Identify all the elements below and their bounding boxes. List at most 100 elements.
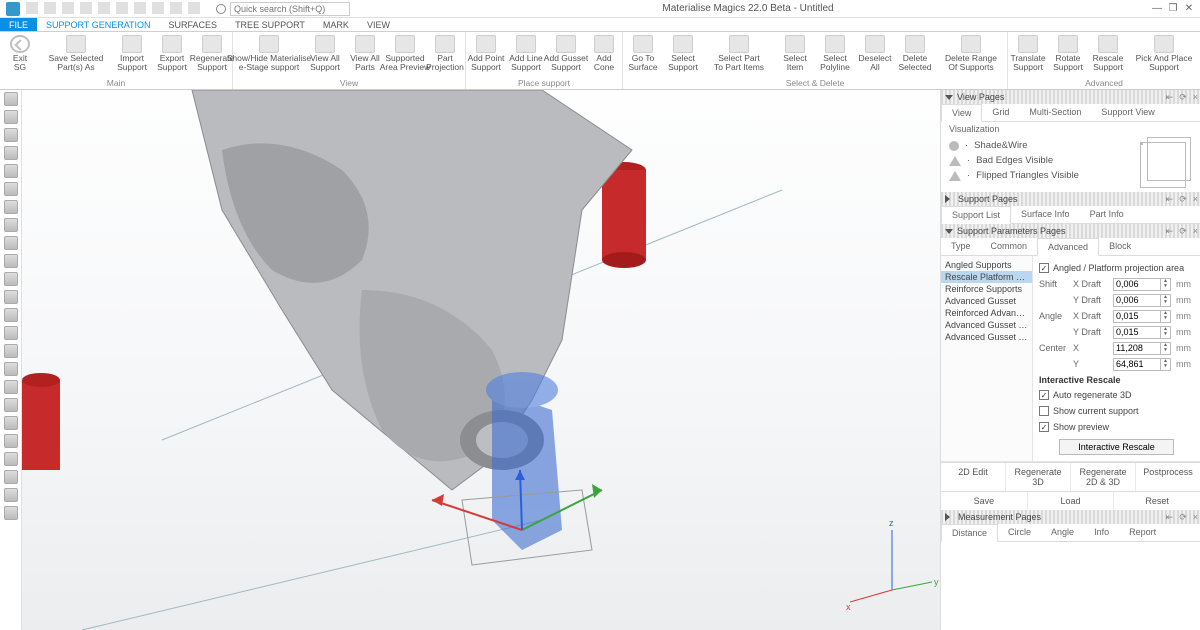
param-category-item[interactable]: Advanced Gusset Teeth — [941, 319, 1032, 331]
save-button[interactable]: Save — [941, 492, 1027, 510]
spinner[interactable]: ▲▼ — [1161, 326, 1171, 339]
goto-surface-button[interactable]: Go To Surface — [623, 35, 663, 72]
tab-view[interactable]: VIEW — [358, 18, 399, 31]
select-support-button[interactable]: Select Support — [663, 35, 703, 72]
select-part-to-items-button[interactable]: Select Part To Part Items — [703, 35, 775, 72]
tab-grid[interactable]: Grid — [982, 104, 1019, 121]
tab-support-view[interactable]: Support View — [1091, 104, 1164, 121]
tool-icon[interactable] — [4, 308, 18, 322]
checkbox[interactable]: ✓ — [1039, 263, 1049, 273]
reset-button[interactable]: Reset — [1113, 492, 1200, 510]
checkbox[interactable] — [1039, 406, 1049, 416]
spinner[interactable]: ▲▼ — [1161, 358, 1171, 371]
regenerate-3d-button[interactable]: Regenerate 3D — [1005, 463, 1070, 491]
qat-icon[interactable] — [152, 2, 164, 14]
qat-icon[interactable] — [170, 2, 182, 14]
tool-icon[interactable] — [4, 236, 18, 250]
tool-icon[interactable] — [4, 398, 18, 412]
tool-icon[interactable] — [4, 128, 18, 142]
import-support-button[interactable]: Import Support — [112, 35, 152, 72]
delete-selected-button[interactable]: Delete Selected — [895, 35, 935, 72]
tab-view[interactable]: View — [941, 104, 982, 122]
qat-icon[interactable] — [116, 2, 128, 14]
tool-icon[interactable] — [4, 146, 18, 160]
tool-icon[interactable] — [4, 416, 18, 430]
search-input[interactable] — [230, 2, 350, 16]
restore-button[interactable]: ❐ — [1166, 3, 1180, 14]
param-category-item[interactable]: Reinforce Supports — [941, 283, 1032, 295]
tab-block[interactable]: Block — [1099, 238, 1141, 255]
tool-icon[interactable] — [4, 200, 18, 214]
tab-multisection[interactable]: Multi-Section — [1019, 104, 1091, 121]
tab-report[interactable]: Report — [1119, 524, 1166, 541]
tool-icon[interactable] — [4, 92, 18, 106]
vis-item[interactable]: · Bad Edges Visible — [949, 153, 1140, 168]
tool-icon[interactable] — [4, 434, 18, 448]
numeric-input[interactable] — [1113, 310, 1161, 323]
select-item-button[interactable]: Select Item — [775, 35, 815, 72]
numeric-input[interactable] — [1113, 326, 1161, 339]
tab-type[interactable]: Type — [941, 238, 981, 255]
tool-icon[interactable] — [4, 110, 18, 124]
spinner[interactable]: ▲▼ — [1161, 342, 1171, 355]
qat-icon[interactable] — [134, 2, 146, 14]
spinner[interactable]: ▲▼ — [1161, 278, 1171, 291]
tab-advanced[interactable]: Advanced — [1037, 238, 1099, 256]
tool-icon[interactable] — [4, 380, 18, 394]
spinner[interactable]: ▲▼ — [1161, 310, 1171, 323]
vis-item[interactable]: · Shade&Wire — [949, 138, 1140, 153]
add-gusset-support-button[interactable]: Add Gusset Support — [546, 35, 586, 72]
view-all-support-button[interactable]: View All Support — [305, 35, 345, 72]
param-category-item[interactable]: Reinforced Advanced G… — [941, 307, 1032, 319]
tab-distance[interactable]: Distance — [941, 524, 998, 542]
2d-edit-button[interactable]: 2D Edit — [941, 463, 1005, 491]
deselect-all-button[interactable]: Deselect All — [855, 35, 895, 72]
tab-part-info[interactable]: Part Info — [1080, 206, 1134, 223]
checkbox[interactable]: ✓ — [1039, 390, 1049, 400]
checkbox[interactable]: ✓ — [1039, 422, 1049, 432]
options-icon[interactable]: ⟳ — [1179, 92, 1187, 103]
support-params-header[interactable]: Support Parameters Pages ⇤⟳× — [941, 224, 1200, 238]
qat-icon[interactable] — [26, 2, 38, 14]
pin-icon[interactable]: ⇤ — [1166, 92, 1174, 103]
measurement-pages-header[interactable]: Measurement Pages ⇤⟳× — [941, 510, 1200, 524]
numeric-input[interactable] — [1113, 342, 1161, 355]
qat-icon[interactable] — [44, 2, 56, 14]
tool-icon[interactable] — [4, 182, 18, 196]
close-button[interactable]: ✕ — [1182, 3, 1196, 14]
delete-range-button[interactable]: Delete Range Of Supports — [935, 35, 1007, 72]
export-support-button[interactable]: Export Support — [152, 35, 192, 72]
pick-place-support-button[interactable]: Pick And Place Support — [1128, 35, 1200, 72]
add-line-support-button[interactable]: Add Line Support — [506, 35, 546, 72]
translate-support-button[interactable]: Translate Support — [1008, 35, 1048, 72]
numeric-input[interactable] — [1113, 294, 1161, 307]
tool-icon[interactable] — [4, 272, 18, 286]
qat-icon[interactable] — [62, 2, 74, 14]
tool-icon[interactable] — [4, 506, 18, 520]
tab-circle[interactable]: Circle — [998, 524, 1041, 541]
tab-angle[interactable]: Angle — [1041, 524, 1084, 541]
select-polyline-button[interactable]: Select Polyline — [815, 35, 855, 72]
tool-icon[interactable] — [4, 470, 18, 484]
panel-grip-icon[interactable]: › — [22, 370, 24, 386]
tool-icon[interactable] — [4, 326, 18, 340]
param-category-item[interactable]: Rescale Platform Project… — [941, 271, 1032, 283]
vis-item[interactable]: · Flipped Triangles Visible — [949, 168, 1140, 183]
view-cube[interactable] — [1140, 142, 1186, 188]
tab-surfaces[interactable]: SURFACES — [160, 18, 227, 31]
tool-icon[interactable] — [4, 218, 18, 232]
param-category-item[interactable]: Advanced Gusset Teeth … — [941, 331, 1032, 343]
load-button[interactable]: Load — [1027, 492, 1114, 510]
part-projection-button[interactable]: Part Projection — [425, 35, 465, 72]
supported-area-preview-button[interactable]: Supported Area Preview — [385, 35, 425, 72]
tool-icon[interactable] — [4, 290, 18, 304]
regenerate-2d3d-button[interactable]: Regenerate 2D & 3D — [1070, 463, 1135, 491]
3d-viewport[interactable]: z x y › — [22, 90, 940, 630]
exit-sg-button[interactable]: Exit SG — [0, 35, 40, 72]
save-selected-button[interactable]: Save Selected Part(s) As — [40, 35, 112, 72]
tab-mark[interactable]: MARK — [314, 18, 358, 31]
tool-icon[interactable] — [4, 452, 18, 466]
tab-file[interactable]: FILE — [0, 18, 37, 31]
param-category-item[interactable]: Advanced Gusset — [941, 295, 1032, 307]
tool-icon[interactable] — [4, 344, 18, 358]
